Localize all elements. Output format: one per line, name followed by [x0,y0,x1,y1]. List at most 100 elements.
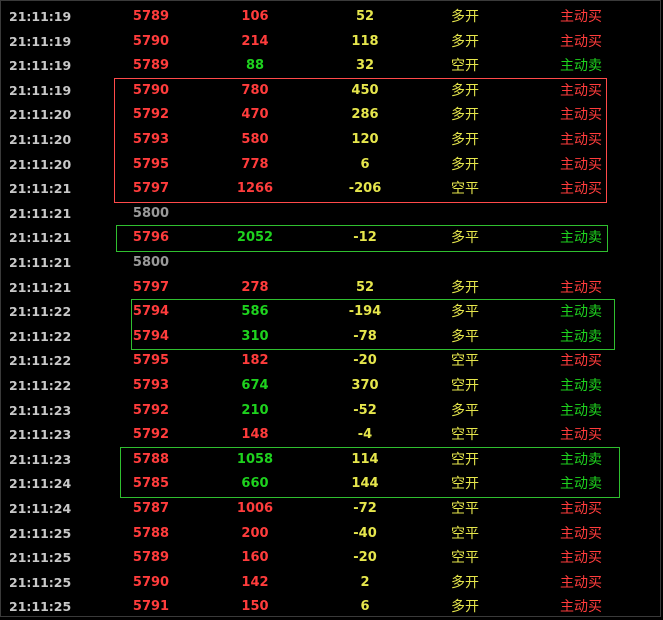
table-row[interactable]: 21:11:25 5788 200 -40 空平 主动买 [1,522,663,547]
volume-cell: 470 [241,107,269,123]
open-interest-change-cell: 118 [351,33,379,49]
time-cell: 21:11:22 [9,353,72,369]
volume-cell: 148 [241,427,269,443]
price-cell: 5800 [132,255,170,270]
time-cell: 21:11:24 [9,501,72,516]
direction-cell: 主动买 [560,132,602,148]
volume-cell: 160 [241,550,269,566]
trade-type-cell: 多开 [451,279,479,296]
table-row[interactable]: 21:11:21 5797 1266 -206 空平 主动买 [1,177,663,202]
trade-type-cell: 空平 [451,501,479,517]
table-row[interactable]: 21:11:21 5800 [1,251,663,276]
price-cell: 5790 [132,82,170,98]
direction-cell: 主动买 [560,181,602,198]
trade-type-cell: 多平 [451,402,479,419]
direction-cell: 主动买 [560,501,602,517]
price-cell: 5794 [132,328,170,344]
open-interest-change-cell: 6 [360,156,370,172]
table-row[interactable]: 21:11:20 5792 470 286 多开 主动买 [1,103,663,128]
price-cell: 5788 [132,525,170,541]
volume-cell: 2052 [236,230,274,246]
table-row[interactable]: 21:11:23 5792 148 -4 空平 主动买 [1,423,663,448]
trade-type-cell: 空平 [451,181,479,198]
time-cell: 21:11:23 [9,402,72,418]
direction-cell [549,251,613,276]
open-interest-change-cell [333,251,397,276]
price-cell: 5787 [132,501,170,516]
time-cell: 21:11:25 [9,599,72,615]
table-row[interactable]: 21:11:19 5790 214 118 多开 主动买 [1,30,663,55]
open-interest-change-cell: -12 [353,230,377,246]
direction-cell: 主动买 [560,156,602,173]
table-row[interactable]: 21:11:19 5790 780 450 多开 主动买 [1,79,663,104]
table-row[interactable]: 21:11:23 5792 210 -52 多平 主动卖 [1,399,663,424]
table-row[interactable]: 21:11:19 5789 106 52 多开 主动买 [1,5,663,30]
direction-cell: 主动买 [560,574,602,591]
price-cell: 5785 [132,476,170,492]
direction-cell: 主动买 [560,353,602,370]
table-row[interactable]: 21:11:25 5789 160 -20 空平 主动买 [1,546,663,571]
direction-cell: 主动卖 [560,402,602,419]
table-row[interactable]: 21:11:21 5797 278 52 多开 主动买 [1,276,663,301]
time-cell: 21:11:22 [9,378,72,393]
table-row[interactable]: 21:11:22 5794 586 -194 多平 主动卖 [1,300,663,325]
price-cell: 5789 [132,550,170,566]
volume-cell: 142 [241,574,269,590]
volume-cell: 200 [241,525,269,541]
table-row[interactable]: 21:11:24 5787 1006 -72 空平 主动买 [1,497,663,522]
table-row[interactable]: 21:11:22 5795 182 -20 空平 主动买 [1,349,663,374]
open-interest-change-cell: 6 [360,599,370,615]
open-interest-change-cell: 32 [355,58,375,74]
price-cell: 5790 [132,33,170,49]
table-row[interactable]: 21:11:21 5796 2052 -12 多平 主动卖 [1,226,663,251]
direction-cell: 主动买 [560,107,602,124]
volume-cell [223,202,287,227]
time-cell: 21:11:21 [9,205,72,221]
time-cell: 21:11:20 [9,156,72,172]
trade-type-cell: 多开 [451,9,479,25]
price-cell: 5797 [132,279,170,295]
open-interest-change-cell: -20 [353,353,377,369]
trade-type-cell: 多开 [451,156,479,173]
trade-type-cell: 多开 [451,574,479,591]
trade-type-cell: 空开 [451,476,479,493]
time-cell: 21:11:22 [9,328,72,344]
direction-cell: 主动买 [560,82,602,99]
price-cell: 5788 [132,451,170,467]
trade-type-cell: 空平 [451,550,479,567]
table-row[interactable]: 21:11:20 5795 778 6 多开 主动买 [1,153,663,178]
open-interest-change-cell: 286 [351,107,379,123]
trade-type-cell: 多开 [451,33,479,50]
time-cell: 21:11:21 [9,279,72,295]
time-cell: 21:11:19 [9,58,72,74]
time-cell: 21:11:21 [9,181,72,197]
time-cell: 21:11:20 [9,107,72,123]
volume-cell: 674 [241,378,269,393]
volume-cell: 182 [241,353,269,369]
time-cell: 21:11:25 [9,574,72,590]
open-interest-change-cell: 114 [351,451,379,467]
table-row[interactable]: 21:11:25 5791 150 6 多开 主动买 [1,595,663,620]
direction-cell: 主动卖 [560,304,602,321]
table-row[interactable]: 21:11:21 5800 [1,202,663,227]
price-cell: 5795 [132,353,170,369]
table-row[interactable]: 21:11:22 5793 674 370 空开 主动卖 [1,374,663,399]
table-row[interactable]: 21:11:23 5788 1058 114 空开 主动卖 [1,448,663,473]
table-row[interactable]: 21:11:20 5793 580 120 多开 主动买 [1,128,663,153]
table-row[interactable]: 21:11:25 5790 142 2 多开 主动买 [1,571,663,596]
volume-cell: 150 [241,599,269,615]
trade-type-cell: 多开 [451,599,479,616]
time-cell: 21:11:19 [9,82,72,98]
price-cell: 5792 [132,107,170,123]
open-interest-change-cell: 52 [355,279,375,295]
price-cell: 5793 [132,378,170,393]
time-cell: 21:11:20 [9,132,72,147]
price-cell: 5791 [132,599,170,615]
volume-cell: 1058 [236,451,274,467]
table-row[interactable]: 21:11:22 5794 310 -78 多平 主动卖 [1,325,663,350]
table-row[interactable]: 21:11:24 5785 660 144 空开 主动卖 [1,472,663,497]
table-row[interactable]: 21:11:19 5789 88 32 空开 主动卖 [1,54,663,79]
volume-cell: 778 [241,156,269,172]
time-cell: 21:11:25 [9,550,72,566]
trade-type-cell: 多平 [451,230,479,247]
